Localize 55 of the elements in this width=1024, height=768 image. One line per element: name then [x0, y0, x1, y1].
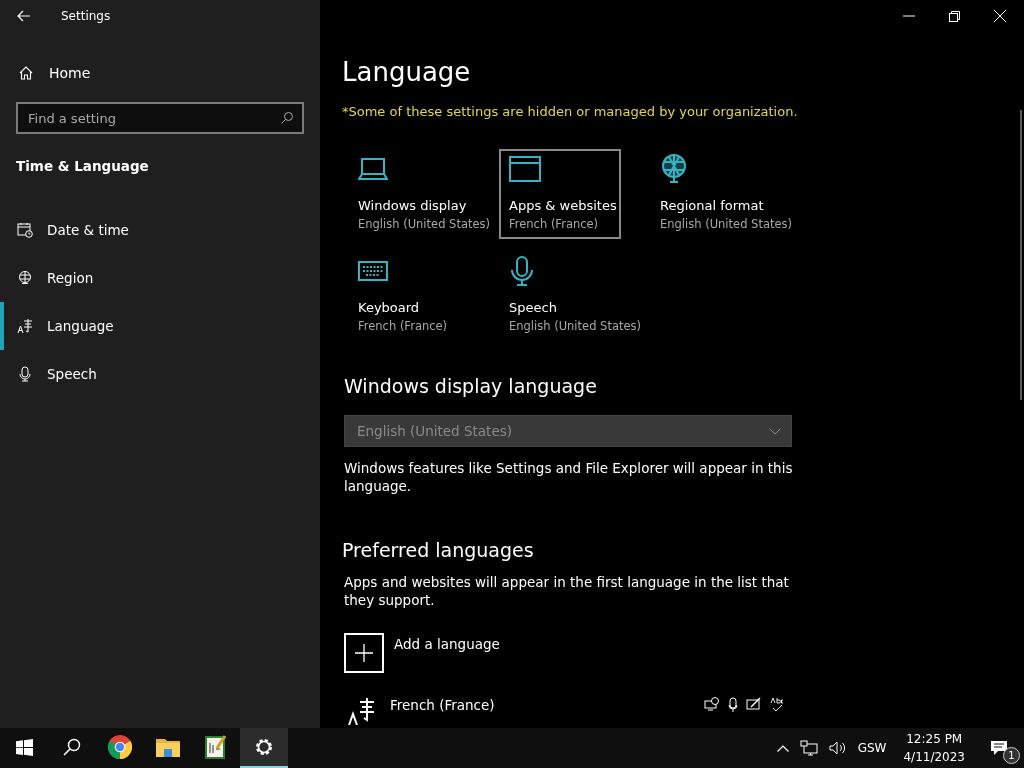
add-language-label[interactable]: Add a language	[394, 633, 500, 652]
language-tile[interactable]: Regional format English (United States)	[642, 149, 793, 239]
pen-icon	[746, 697, 762, 711]
search-field[interactable]: Find a setting	[16, 102, 304, 134]
page-title: Language	[342, 56, 472, 89]
chevron-up-icon[interactable]	[776, 744, 789, 752]
section-title: Time & Language	[16, 158, 150, 174]
clock[interactable]: 12:25 PM 4/11/2023	[903, 730, 965, 766]
speaker-icon[interactable]	[828, 741, 847, 755]
notification-count: 1	[1003, 747, 1020, 764]
microphone-icon	[728, 697, 738, 713]
notifications-icon[interactable]	[990, 740, 1008, 756]
language-tile[interactable]: Keyboard French (France)	[340, 251, 491, 341]
plus-icon	[355, 644, 373, 662]
close-icon[interactable]	[994, 10, 1006, 22]
microphone-icon	[17, 366, 33, 382]
globe-icon	[660, 154, 688, 184]
search-icon	[280, 111, 294, 125]
microphone-icon	[509, 256, 535, 286]
display-icon	[704, 697, 720, 711]
language-row[interactable]: French (France)	[348, 697, 784, 725]
globe-icon	[17, 270, 33, 286]
language-tile[interactable]: Speech English (United States)	[491, 251, 642, 341]
restore-icon[interactable]	[949, 10, 960, 22]
home-icon	[18, 65, 34, 81]
spellcheck-icon	[770, 697, 784, 713]
scrollbar[interactable]	[1020, 110, 1022, 400]
input-language-indicator[interactable]: GSW	[857, 741, 887, 755]
chevron-down-icon	[769, 427, 781, 435]
windows-logo-icon	[15, 738, 33, 756]
section-heading: Windows display language	[343, 375, 598, 397]
section-heading: Preferred languages	[342, 539, 535, 561]
nav-item[interactable]: Date & time	[0, 206, 320, 254]
browser-icon	[108, 735, 132, 759]
managed-notice: *Some of these settings are hidden or managed by your organization.	[342, 104, 799, 119]
calendar-icon	[17, 222, 33, 238]
nav-item[interactable]: Region	[0, 254, 320, 302]
window-icon	[509, 154, 541, 184]
window-title: Settings	[61, 9, 111, 23]
language-tile[interactable]: Apps & websites French (France)	[499, 149, 621, 239]
back-arrow-icon[interactable]	[17, 10, 31, 22]
taskbar-button[interactable]	[240, 728, 288, 768]
settings-icon	[254, 737, 274, 757]
language-icon	[17, 318, 33, 334]
nav-item[interactable]: Speech	[0, 350, 320, 398]
network-icon[interactable]	[799, 740, 818, 756]
language-tile[interactable]: Windows display English (United States)	[340, 149, 491, 239]
document-icon	[205, 735, 227, 759]
home-link[interactable]: Home	[18, 57, 320, 89]
language-icon	[348, 697, 376, 725]
description-text: Windows features like Settings and File Explorer will appear in this language.	[344, 459, 794, 495]
add-language-button[interactable]	[344, 633, 384, 673]
description-text: Apps and websites will appear in the first language in the list that they support.	[344, 573, 790, 609]
search-icon	[63, 738, 81, 756]
folder-icon	[156, 737, 180, 757]
